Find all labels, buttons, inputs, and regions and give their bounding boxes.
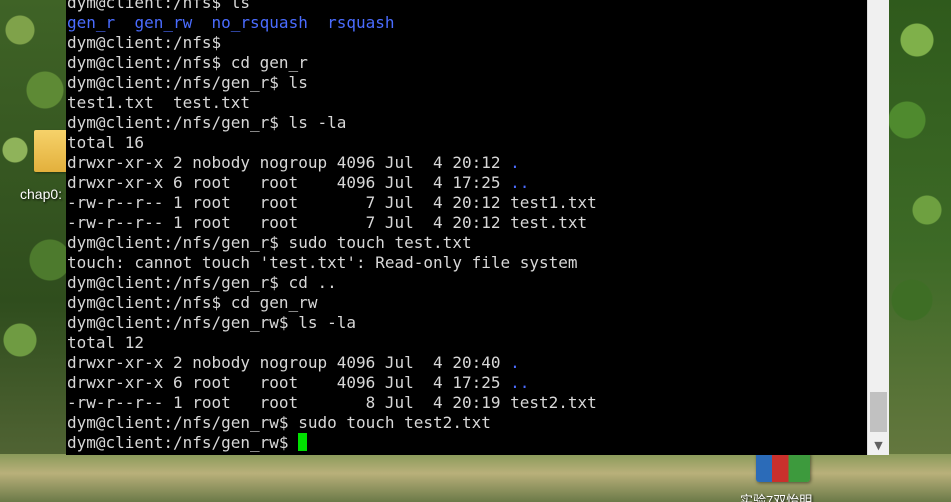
terminal-text: gen_r (67, 13, 116, 32)
terminal-text: dym@client:/nfs/gen_r$ ls -la (67, 113, 347, 132)
terminal-line: drwxr-xr-x 2 nobody nogroup 4096 Jul 4 2… (67, 153, 867, 173)
terminal-line: dym@client:/nfs$ (67, 33, 867, 53)
terminal-line: dym@client:/nfs/gen_rw$ ls -la (67, 313, 867, 333)
folder-label[interactable]: chap0: (20, 186, 62, 202)
terminal-line: total 16 (67, 133, 867, 153)
terminal-text: total 16 (67, 133, 145, 152)
folder-icon[interactable] (32, 126, 70, 176)
terminal-scrollbar[interactable]: ▼ (867, 0, 889, 455)
terminal-line: dym@client:/nfs/gen_r$ ls (67, 73, 867, 93)
terminal-text: dym@client:/nfs/gen_r$ cd .. (67, 273, 337, 292)
terminal-line: -rw-r--r-- 1 root root 7 Jul 4 20:12 tes… (67, 213, 867, 233)
terminal-text: dym@client:/nfs/gen_r$ sudo touch test.t… (67, 233, 472, 252)
terminal-text: test1.txt test.txt (67, 93, 251, 112)
terminal-line: dym@client:/nfs/gen_r$ ls -la (67, 113, 867, 133)
terminal-text: drwxr-xr-x 2 nobody nogroup 4096 Jul 4 2… (67, 353, 511, 372)
terminal-text: dym@client:/nfs/gen_r$ ls (67, 73, 308, 92)
winrar-archive-icon[interactable] (756, 452, 810, 482)
terminal-text: dym@client:/nfs$ (67, 33, 222, 52)
terminal-line: dym@client:/nfs$ cd gen_r (67, 53, 867, 73)
terminal-text: dym@client:/nfs/gen_rw$ (67, 433, 299, 452)
desktop-foliage-right (887, 0, 951, 502)
terminal-text: -rw-r--r-- 1 root root 7 Jul 4 20:12 tes… (67, 193, 597, 212)
terminal-line: drwxr-xr-x 6 root root 4096 Jul 4 17:25 … (67, 373, 867, 393)
terminal-line: dym@client:/nfs/gen_r$ sudo touch test.t… (67, 233, 867, 253)
terminal-line: gen_r gen_rw no_rsquash rsquash (67, 13, 867, 33)
terminal-line: dym@client:/nfs/gen_rw$ sudo touch test2… (67, 413, 867, 433)
terminal-output: dym@client:/nfs$ ls gen_r gen_rw no_rsqua… (67, 0, 867, 453)
terminal-cursor (298, 433, 308, 451)
terminal-line: drwxr-xr-x 2 nobody nogroup 4096 Jul 4 2… (67, 353, 867, 373)
terminal-text: rsquash (327, 13, 395, 32)
terminal-text: drwxr-xr-x 2 nobody nogroup 4096 Jul 4 2… (67, 153, 511, 172)
terminal-text: .. (510, 173, 530, 192)
terminal-text: .. (510, 373, 530, 392)
terminal-line: dym@client:/nfs$ ls (67, 0, 867, 13)
chevron-down-icon[interactable]: ▼ (868, 437, 889, 455)
terminal-text: touch: cannot touch 'test.txt': Read-onl… (67, 253, 578, 272)
terminal-text: . (510, 353, 520, 372)
terminal-text: -rw-r--r-- 1 root root 8 Jul 4 20:19 tes… (67, 393, 597, 412)
terminal-line: touch: cannot touch 'test.txt': Read-onl… (67, 253, 867, 273)
terminal-line: dym@client:/nfs$ cd gen_rw (67, 293, 867, 313)
terminal-line: -rw-r--r-- 1 root root 8 Jul 4 20:19 tes… (67, 393, 867, 413)
terminal-text: -rw-r--r-- 1 root root 7 Jul 4 20:12 tes… (67, 213, 588, 232)
terminal-line: dym@client:/nfs/gen_r$ cd .. (67, 273, 867, 293)
terminal-text: no_rsquash (211, 13, 308, 32)
scrollbar-thumb[interactable] (870, 392, 887, 432)
terminal-text: gen_rw (134, 13, 193, 32)
terminal-text: . (510, 153, 520, 172)
terminal-text: drwxr-xr-x 6 root root 4096 Jul 4 17:25 (67, 373, 511, 392)
terminal-text: dym@client:/nfs/gen_rw$ sudo touch test2… (67, 413, 491, 432)
terminal-line: -rw-r--r-- 1 root root 7 Jul 4 20:12 tes… (67, 193, 867, 213)
terminal-text: dym@client:/nfs$ cd gen_r (67, 53, 308, 72)
terminal-window[interactable]: dym@client:/nfs$ ls gen_r gen_rw no_rsqua… (66, 0, 888, 455)
archive-label[interactable]: 实验7双怡明 (740, 490, 812, 502)
terminal-text: dym@client:/nfs$ cd gen_rw (67, 293, 318, 312)
desktop-foliage-left (0, 0, 70, 502)
folder-shape (34, 130, 68, 172)
terminal-line: drwxr-xr-x 6 root root 4096 Jul 4 17:25 … (67, 173, 867, 193)
terminal-line: dym@client:/nfs/gen_rw$ (67, 433, 867, 453)
terminal-text: drwxr-xr-x 6 root root 4096 Jul 4 17:25 (67, 173, 511, 192)
terminal-text: total 12 (67, 333, 145, 352)
terminal-text: dym@client:/nfs$ ls (67, 0, 251, 12)
terminal-line: test1.txt test.txt (67, 93, 867, 113)
terminal-line: total 12 (67, 333, 867, 353)
terminal-text: dym@client:/nfs/gen_rw$ ls -la (67, 313, 356, 332)
